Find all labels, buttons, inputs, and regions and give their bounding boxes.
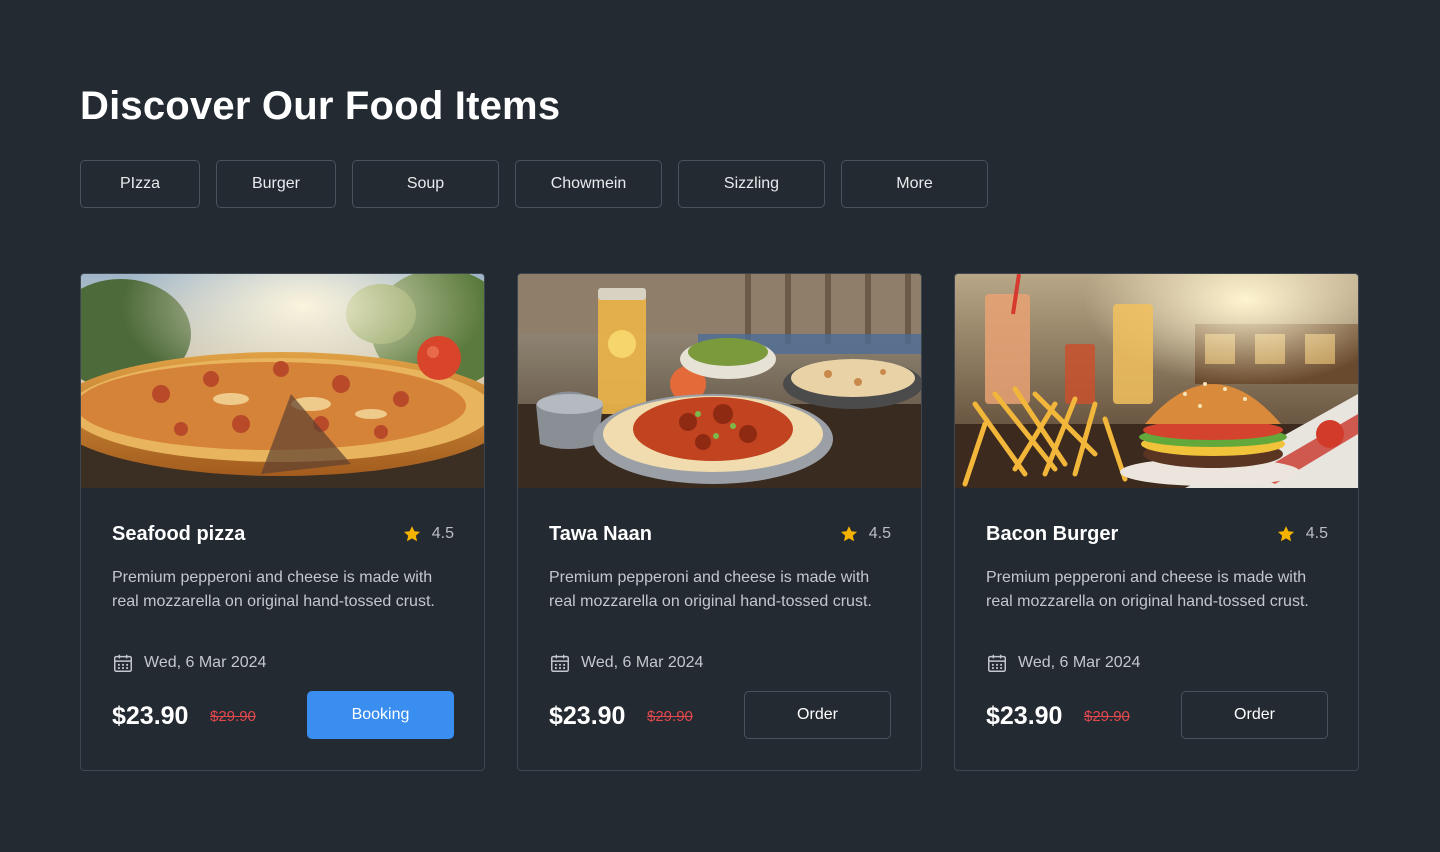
category-chip-soup[interactable]: Soup [352,160,499,208]
category-chip-sizzling[interactable]: Sizzling [678,160,825,208]
pizza-photo-icon [81,274,484,488]
naan-curry-photo-icon [518,274,921,488]
category-chip-burger[interactable]: Burger [216,160,336,208]
order-button[interactable]: Order [1181,691,1328,739]
current-price: $23.90 [549,702,626,730]
price-row: $23.90 $29.90 Order [986,691,1328,739]
booking-button[interactable]: Booking [307,691,454,739]
star-icon [840,526,857,542]
calendar-icon [551,654,569,672]
calendar-icon [988,654,1006,672]
star-icon [1277,526,1294,542]
date-text: Wed, 6 Mar 2024 [1018,654,1141,671]
current-price: $23.90 [112,702,189,730]
current-price: $23.90 [986,702,1063,730]
rating-value: 4.5 [431,525,454,542]
food-title: Bacon Burger [986,523,1119,545]
food-title: Seafood pizza [112,523,246,545]
category-chip-chowmein[interactable]: Chowmein [515,160,662,208]
food-title: Tawa Naan [549,523,652,545]
date-text: Wed, 6 Mar 2024 [581,654,704,671]
food-image[interactable] [81,274,484,488]
food-card: Seafood pizza 4.5 Premium pepperoni and … [80,273,485,771]
rating: 4.5 [402,524,454,544]
calendar-icon [114,654,132,672]
food-description: Premium pepperoni and cheese is made wit… [112,569,435,610]
rating-value: 4.5 [1305,525,1328,542]
original-price: $29.90 [647,708,693,725]
date-row: Wed, 6 Mar 2024 [986,652,1140,674]
food-card: Bacon Burger 4.5 Premium pepperoni and c… [954,273,1359,771]
rating: 4.5 [1276,524,1328,544]
price-row: $23.90 $29.90 Order [549,691,891,739]
price-row: $23.90 $29.90 Booking [112,691,454,739]
date-row: Wed, 6 Mar 2024 [112,652,266,674]
star-icon [403,526,420,542]
original-price: $29.90 [1084,708,1130,725]
food-image[interactable] [518,274,921,488]
burger-fries-photo-icon [955,274,1358,488]
date-text: Wed, 6 Mar 2024 [144,654,267,671]
food-description: Premium pepperoni and cheese is made wit… [986,569,1309,610]
food-description: Premium pepperoni and cheese is made wit… [549,569,872,610]
rating-value: 4.5 [868,525,891,542]
food-image[interactable] [955,274,1358,488]
date-row: Wed, 6 Mar 2024 [549,652,703,674]
food-card: Tawa Naan 4.5 Premium pepperoni and chee… [517,273,922,771]
rating: 4.5 [839,524,891,544]
category-chip-pizza[interactable]: PIzza [80,160,200,208]
order-button[interactable]: Order [744,691,891,739]
category-chip-more[interactable]: More [841,160,988,208]
original-price: $29.90 [210,708,256,725]
page-title: Discover Our Food Items [80,84,561,128]
